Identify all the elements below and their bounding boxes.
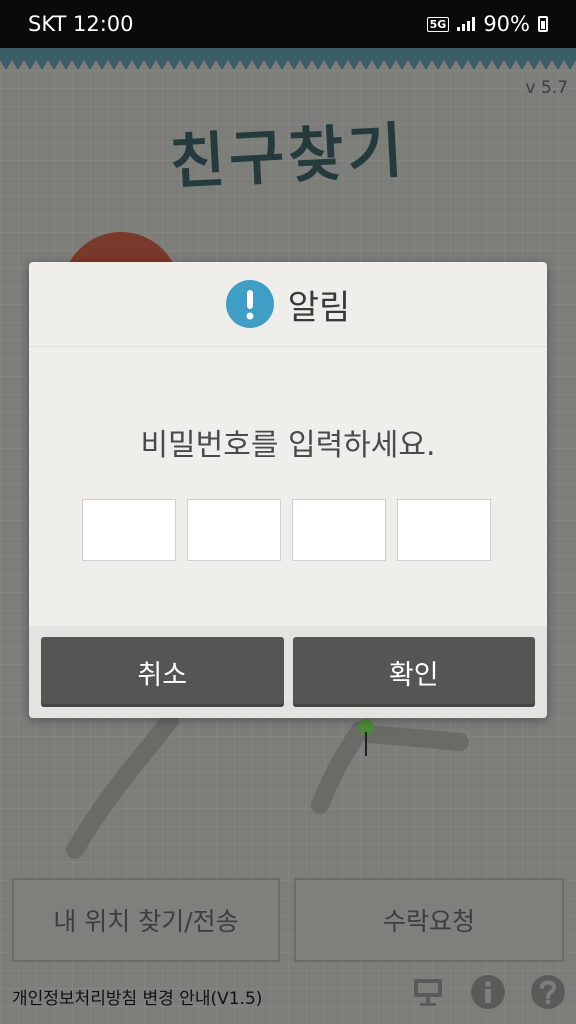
pin-input-row bbox=[82, 499, 491, 561]
sign-icon[interactable] bbox=[410, 974, 446, 1010]
accept-request-button[interactable]: 수락요청 bbox=[294, 878, 564, 962]
network-type: 5G bbox=[426, 16, 450, 32]
status-left: SKT 12:00 bbox=[28, 12, 134, 36]
clock: 12:00 bbox=[73, 12, 134, 36]
pin-input-4[interactable] bbox=[397, 499, 491, 561]
battery-percent: 90% bbox=[483, 12, 530, 36]
alert-icon bbox=[225, 280, 274, 328]
password-dialog: 알림 비밀번호를 입력하세요. 취소 확인 bbox=[29, 262, 547, 718]
info-icon[interactable] bbox=[470, 974, 506, 1010]
pin-input-2[interactable] bbox=[187, 499, 281, 561]
status-bar: SKT 12:00 5G 90% bbox=[0, 0, 576, 48]
cancel-button[interactable]: 취소 bbox=[41, 637, 284, 707]
pin-input-3[interactable] bbox=[292, 499, 386, 561]
help-icon[interactable] bbox=[530, 974, 566, 1010]
signal-icon bbox=[457, 17, 476, 31]
find-location-button[interactable]: 내 위치 찾기/전송 bbox=[12, 878, 280, 962]
dialog-header: 알림 bbox=[29, 262, 547, 347]
status-right: 5G 90% bbox=[426, 12, 548, 36]
privacy-notice-link[interactable]: 개인정보처리방침 변경 안내(V1.5) bbox=[12, 984, 262, 1009]
dialog-title: 알림 bbox=[287, 287, 351, 328]
carrier: SKT bbox=[28, 12, 67, 36]
dialog-button-bar: 취소 확인 bbox=[29, 626, 547, 718]
confirm-button[interactable]: 확인 bbox=[292, 637, 535, 707]
footer-icons bbox=[410, 974, 566, 1010]
header-zigzag bbox=[0, 48, 576, 70]
dialog-message: 비밀번호를 입력하세요. bbox=[140, 428, 436, 463]
pin-input-1[interactable] bbox=[82, 499, 176, 561]
battery-icon bbox=[538, 16, 548, 32]
